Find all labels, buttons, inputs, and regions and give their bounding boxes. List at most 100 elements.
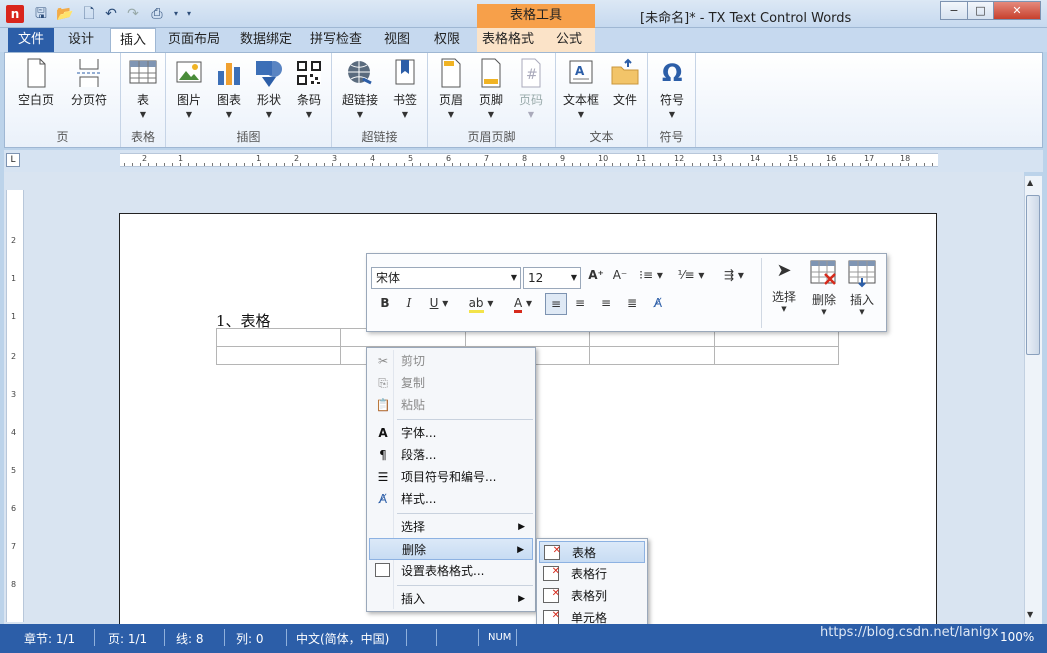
picture-button[interactable]: 图片 ▼ (172, 57, 206, 119)
numbering-icon[interactable]: ⅟≡ ▾ (677, 268, 705, 282)
group-hyperlink-label: 超链接 (361, 130, 398, 144)
ruler-tick (572, 163, 573, 166)
menu-item-delete[interactable]: 删除 ▶ (369, 538, 533, 560)
scroll-up-icon[interactable]: ▲ (1027, 178, 1033, 187)
tab-spell-check[interactable]: 拼写检查 (302, 28, 370, 52)
italic-icon[interactable]: I (401, 296, 417, 310)
align-right-icon[interactable]: ≡ (597, 296, 615, 310)
insert-table-label: 表 (136, 93, 149, 107)
ruler-number: 17 (864, 154, 875, 163)
submenu-item-delete-column[interactable]: 表格列 (539, 583, 645, 607)
scrollbar-thumb[interactable] (1026, 195, 1040, 355)
insert-file-button[interactable]: 文件 (608, 57, 642, 108)
tab-file[interactable]: 文件 (8, 28, 54, 52)
ruler-tick (524, 163, 525, 166)
footer-button[interactable]: 页脚 ▼ (472, 57, 510, 119)
hyperlink-button[interactable]: 超链接 ▼ (338, 57, 382, 119)
bookmark-button[interactable]: 书签 ▼ (388, 57, 422, 119)
ruler-tick (620, 163, 621, 166)
ruler-tick (204, 163, 205, 166)
ruler-tick (748, 163, 749, 166)
submenu-item-delete-table[interactable]: 表格 (539, 540, 645, 563)
insert-table-button[interactable]: 表 ▼ (126, 57, 160, 119)
page-number-button[interactable]: # 页码 ▼ (512, 57, 550, 119)
grow-font-icon[interactable]: A⁺ (587, 268, 605, 282)
delete-button[interactable]: 删除 ▼ (807, 260, 841, 316)
menu-item-font[interactable]: A 字体... (369, 422, 533, 444)
undo-icon[interactable]: ↶ (102, 5, 120, 23)
print-icon[interactable]: ⎙ (148, 5, 166, 23)
menu-item-insert[interactable]: 插入 ▶ (369, 588, 533, 610)
table-cell[interactable] (589, 346, 715, 365)
textbox-button[interactable]: A 文本框 ▼ (560, 57, 602, 119)
app-logo-icon[interactable]: n (6, 5, 24, 23)
redo-icon[interactable]: ↷ (124, 5, 142, 23)
barcode-button[interactable]: 条码 ▼ (292, 57, 326, 119)
menu-item-paragraph[interactable]: ¶ 段落... (369, 444, 533, 466)
table-cell[interactable] (215, 346, 342, 365)
shape-button[interactable]: 形状 ▼ (252, 57, 286, 119)
vertical-ruler[interactable]: 2 1 1 2 3 4 5 6 7 8 (6, 190, 24, 622)
status-zoom[interactable]: 100% (1000, 630, 1034, 644)
save-icon[interactable]: 🖫 (32, 5, 50, 23)
header-button[interactable]: 页眉 ▼ (432, 57, 470, 119)
menu-item-select[interactable]: 选择 ▶ (369, 516, 533, 538)
ruler-tick (756, 163, 757, 166)
horizontal-ruler[interactable]: 2 1 1 2 3 4 5 6 7 8 9 10 11 12 13 14 15 16 17 18 (120, 153, 938, 167)
underline-icon[interactable]: U ▾ (425, 296, 453, 310)
status-page: 页: 1/1 (108, 632, 148, 646)
tab-view[interactable]: 视图 (374, 28, 420, 52)
select-button[interactable]: ➤ 选择 ▼ (767, 260, 801, 313)
font-name-combo[interactable]: 宋体 ▼ (371, 267, 521, 289)
bullets-icon[interactable]: ⁝≡ ▾ (637, 268, 665, 282)
insert-button[interactable]: 插入 ▼ (845, 260, 879, 316)
page-break-button[interactable]: 分页符 (67, 57, 111, 108)
multilevel-list-icon[interactable]: ⇶ ▾ (719, 268, 749, 282)
symbol-button[interactable]: Ω 符号 ▼ (655, 57, 689, 119)
close-button[interactable]: ✕ (993, 1, 1041, 20)
chart-button[interactable]: 图表 ▼ (212, 57, 246, 119)
ruler-number: 1 (11, 274, 17, 283)
menu-item-cut[interactable]: ✂ 剪切 (369, 350, 533, 372)
ruler-tick (660, 163, 661, 166)
table-cell[interactable] (215, 328, 342, 347)
font-size-combo[interactable]: 12 ▼ (523, 267, 581, 289)
font-color-icon[interactable]: A ▾ (507, 296, 539, 313)
ruler-number: 8 (522, 154, 528, 163)
ruler-tick (676, 163, 677, 166)
table-cell[interactable] (713, 346, 840, 365)
tab-page-layout[interactable]: 页面布局 (160, 28, 228, 52)
ruler-tick (804, 163, 805, 166)
menu-item-copy[interactable]: ⎘ 复制 (369, 372, 533, 394)
ruler-tick (300, 163, 301, 166)
menu-item-bullets-numbering[interactable]: ☰ 项目符号和编号... (369, 466, 533, 488)
justify-icon[interactable]: ≣ (623, 296, 641, 310)
open-folder-icon[interactable]: 📂 (56, 5, 74, 23)
menu-item-paste[interactable]: 📋 粘贴 (369, 394, 533, 416)
blank-page-button[interactable]: 空白页 (15, 57, 57, 108)
submenu-item-delete-row[interactable]: 表格行 (539, 561, 645, 585)
minimize-button[interactable]: − (940, 1, 968, 20)
maximize-button[interactable]: □ (967, 1, 994, 20)
menu-item-format-table[interactable]: 设置表格格式... (369, 560, 533, 582)
menu-item-styles[interactable]: A̸ 样式... (369, 488, 533, 510)
highlight-icon[interactable]: ab ▾ (465, 296, 497, 313)
tab-data-binding[interactable]: 数据绑定 (232, 28, 300, 52)
blank-page-label: 空白页 (17, 93, 54, 107)
ruler-tick (644, 163, 645, 166)
ruler-tick (460, 163, 461, 166)
shrink-font-icon[interactable]: A⁻ (611, 268, 629, 282)
tab-table-format[interactable]: 表格格式 (477, 28, 539, 52)
align-left-icon[interactable]: ≡ (545, 293, 567, 315)
styles-icon[interactable]: A̸ (649, 296, 667, 310)
tab-stop-selector[interactable]: L (6, 153, 20, 167)
tab-permissions[interactable]: 权限 (424, 28, 470, 52)
customize-qat-icon[interactable]: ▾ (180, 5, 198, 23)
tab-insert[interactable]: 插入 (110, 28, 156, 53)
bold-icon[interactable]: B (377, 296, 393, 310)
align-center-icon[interactable]: ≡ (571, 296, 589, 310)
tab-formula[interactable]: 公式 (546, 28, 592, 52)
tab-design[interactable]: 设计 (58, 28, 104, 52)
scroll-down-icon[interactable]: ▼ (1027, 610, 1033, 619)
new-document-icon[interactable]: 🗋 (80, 5, 98, 23)
